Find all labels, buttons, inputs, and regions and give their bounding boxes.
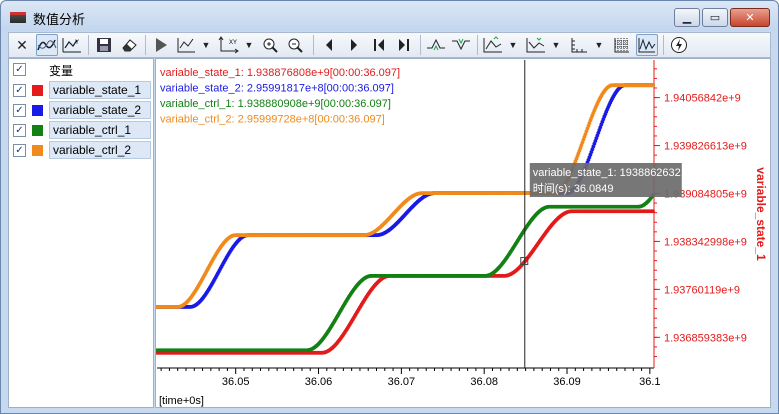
header-label: 变量 (49, 64, 74, 78)
y-tick-label: 1.94056842e+9 (664, 93, 741, 105)
variable-checkbox[interactable]: ✓ (13, 124, 26, 137)
list-item[interactable]: ✓ variable_ctrl_1 (9, 120, 153, 140)
y-tick-label: 1.936859383e+9 (664, 332, 747, 344)
svg-text:XY: XY (229, 40, 237, 46)
chevron-down-icon[interactable]: ▼ (507, 34, 519, 56)
valley-icon[interactable] (525, 34, 547, 56)
series-variable_state_1 (155, 209, 655, 355)
list-item[interactable]: ✓ variable_state_2 (9, 100, 153, 120)
y-tick-label: 1.93760119e+9 (664, 284, 740, 296)
close-icon: ✕ (745, 12, 755, 24)
color-swatch (32, 125, 43, 136)
x-tick-label: 36.07 (388, 376, 416, 388)
maximize-icon: ▭ (709, 12, 721, 24)
maximize-button[interactable]: ▭ (702, 8, 728, 27)
chart-line-icon[interactable] (175, 34, 197, 56)
close-icon[interactable]: ✕ (11, 34, 33, 56)
scale-icon[interactable] (568, 34, 590, 56)
rise-icon[interactable] (425, 34, 447, 56)
jump-start-icon[interactable] (368, 34, 390, 56)
variable-checkbox[interactable]: ✓ (13, 104, 26, 117)
y-tick-label: 1.938342998e+9 (664, 236, 747, 248)
curve-tool-icon[interactable] (36, 34, 58, 56)
variable-checkbox[interactable]: ✓ (13, 84, 26, 97)
select-all-checkbox[interactable]: ✓ (13, 63, 26, 76)
variable-checkbox[interactable]: ✓ (13, 144, 26, 157)
x-tick-label: 36.1 (639, 376, 660, 388)
chevron-down-icon[interactable]: ▼ (593, 34, 605, 56)
zoom-in-xy-icon[interactable] (261, 34, 283, 56)
tooltip-line: 时间(s): 36.0849 (533, 182, 614, 195)
variable-name: variable_ctrl_2 (49, 141, 151, 159)
toolbar-separator (145, 35, 146, 55)
series-variable_ctrl_1 (155, 193, 655, 353)
xy-mode-icon[interactable]: Y (61, 34, 83, 56)
list-header: ✓ 变量 (9, 59, 153, 79)
toolbar-separator (477, 35, 478, 55)
minimize-icon: ▁ (682, 12, 692, 24)
eraser-icon[interactable] (118, 34, 140, 56)
chart-svg[interactable]: 36.05 36.06 36.07 36.08 36.09 36.1 [time+0s] 1.… (155, 59, 770, 407)
x-tick-label: 36.06 (305, 376, 333, 388)
app-icon (10, 12, 26, 23)
save-icon[interactable] (93, 34, 115, 56)
analysis-window: 数值分析 ▁ ▭ ✕ ✕ Y ▼ XY ▼ ▼ ▼ ▼ ✓ 变量 ✓ varia… (0, 0, 779, 414)
grid-icon[interactable] (611, 34, 633, 56)
y-tick-label: 1.939826613e+9 (664, 141, 747, 153)
fall-icon[interactable] (450, 34, 472, 56)
list-item[interactable]: ✓ variable_ctrl_2 (9, 140, 153, 160)
window-title: 数值分析 (33, 12, 86, 27)
waveform-icon[interactable] (636, 34, 658, 56)
color-swatch (32, 105, 43, 116)
data-point (651, 83, 655, 88)
axis-xy-icon[interactable]: XY (218, 34, 240, 56)
step-back-icon[interactable] (318, 34, 340, 56)
x-tick-label: 36.08 (470, 376, 498, 388)
variable-name: variable_ctrl_1 (49, 121, 151, 139)
title-bar[interactable]: 数值分析 ▁ ▭ ✕ (1, 1, 778, 31)
x-tick-label: 36.05 (222, 376, 250, 388)
window-controls: ▁ ▭ ✕ (674, 8, 770, 27)
peak-icon[interactable] (482, 34, 504, 56)
tooltip-line: variable_state_1: 1938862632 (533, 167, 681, 179)
minimize-button[interactable]: ▁ (674, 8, 700, 27)
variable-list: ✓ 变量 ✓ variable_state_1 ✓ variable_state… (8, 58, 154, 408)
legend-entry: variable_ctrl_1: 1.938880908e+9[00:00:36… (160, 98, 391, 110)
toolbar-separator (313, 35, 314, 55)
toolbar-separator (420, 35, 421, 55)
x-tick-label: 36.09 (553, 376, 581, 388)
variable-name: variable_state_1 (49, 81, 151, 99)
legend-entry: variable_state_2: 2.95991817e+8[00:00:36… (160, 83, 394, 95)
chevron-down-icon[interactable]: ▼ (200, 34, 212, 56)
svg-text:Y: Y (75, 40, 79, 46)
toolbar-separator (663, 35, 664, 55)
variable-name: variable_state_2 (49, 101, 151, 119)
zoom-out-xy-icon[interactable] (286, 34, 308, 56)
color-swatch (32, 85, 43, 96)
jump-end-icon[interactable] (393, 34, 415, 56)
chevron-down-icon[interactable]: ▼ (243, 34, 255, 56)
y-axis-label: variable_state_1 (754, 167, 768, 261)
data-point (651, 209, 655, 214)
toolbar: ✕ Y ▼ XY ▼ ▼ ▼ ▼ (8, 32, 771, 58)
step-forward-icon[interactable] (343, 34, 365, 56)
close-button[interactable]: ✕ (730, 8, 770, 27)
chevron-down-icon[interactable]: ▼ (550, 34, 562, 56)
x-axis-label: [time+0s] (159, 395, 204, 407)
chart-panel[interactable]: 36.05 36.06 36.07 36.08 36.09 36.1 [time+0s] 1.… (155, 58, 771, 408)
toolbar-separator (88, 35, 89, 55)
legend-entry: variable_state_1: 1.938876808e+9[00:00:3… (160, 67, 400, 79)
legend-entry: variable_ctrl_2: 2.95999728e+8[00:00:36.… (160, 114, 385, 126)
color-swatch (32, 145, 43, 156)
list-item[interactable]: ✓ variable_state_1 (9, 80, 153, 100)
play-icon[interactable] (150, 34, 172, 56)
lightning-icon[interactable] (668, 34, 690, 56)
